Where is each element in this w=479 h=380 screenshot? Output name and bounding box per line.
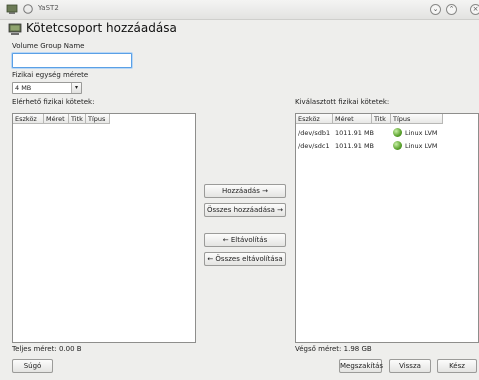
row-size: 1011.91 MB xyxy=(335,142,375,150)
volume-group-name-label: Volume Group Name xyxy=(12,42,85,50)
available-pvs-label: Elérhető fizikai kötetek: xyxy=(12,98,95,106)
column-header-encrypted[interactable]: Titk xyxy=(69,114,86,124)
remove-button[interactable]: ← Eltávolítás xyxy=(204,233,286,247)
row-encrypted xyxy=(372,141,391,152)
extent-size-label: Fizikai egység mérete xyxy=(12,71,89,79)
row-type-label: Linux LVM xyxy=(405,129,438,137)
table-row[interactable]: /dev/sdb1 1011.91 MB Linux LVM xyxy=(296,127,451,139)
back-button[interactable]: Vissza xyxy=(389,359,431,373)
row-type: Linux LVM xyxy=(391,127,451,139)
maximize-button[interactable]: ⌃ xyxy=(446,4,457,15)
column-header-type[interactable]: Típus xyxy=(391,114,443,124)
table-row[interactable]: /dev/sdc1 1011.91 MB Linux LVM xyxy=(296,140,451,152)
add-all-button[interactable]: Összes hozzáadása → xyxy=(204,203,286,217)
resulting-size-label: Végső méret: 1.98 GB xyxy=(295,345,372,353)
total-size-label: Teljes méret: 0.00 B xyxy=(12,345,82,353)
window-title: YaST2 xyxy=(38,4,59,12)
extent-size-select[interactable]: 4 MB ▾ xyxy=(12,82,82,94)
row-size: 1011.91 MB xyxy=(335,129,375,137)
row-device: /dev/sdc1 xyxy=(298,142,330,150)
extent-size-value: 4 MB xyxy=(15,84,32,92)
available-pvs-table[interactable]: Eszköz Méret Titk Típus xyxy=(12,113,196,343)
column-header-type[interactable]: Típus xyxy=(86,114,110,124)
volume-group-name-input[interactable] xyxy=(12,53,132,68)
page-title: Kötetcsoport hozzáadása xyxy=(26,21,177,35)
column-header-device[interactable]: Eszköz xyxy=(13,114,44,124)
table-header: Eszköz Méret Titk Típus xyxy=(13,114,110,125)
minimize-button[interactable]: ⌄ xyxy=(430,4,441,15)
column-header-size[interactable]: Méret xyxy=(333,114,372,124)
column-header-encrypted[interactable]: Titk xyxy=(372,114,391,124)
lvm-add-icon xyxy=(8,23,22,35)
abort-button[interactable]: Megszakítás xyxy=(339,359,383,373)
remove-all-button[interactable]: ← Összes eltávolítása xyxy=(204,252,286,266)
help-button[interactable]: Súgó xyxy=(12,359,53,373)
selected-pvs-label: Kiválasztott fizikai kötetek: xyxy=(295,98,390,106)
row-device: /dev/sdb1 xyxy=(298,129,331,137)
linux-lvm-icon xyxy=(393,140,402,150)
row-type-label: Linux LVM xyxy=(405,142,438,150)
column-header-device[interactable]: Eszköz xyxy=(296,114,333,124)
table-header: Eszköz Méret Titk Típus xyxy=(296,114,443,125)
window-titlebar: YaST2 ⌄ ⌃ × xyxy=(0,0,479,20)
linux-lvm-icon xyxy=(393,127,402,137)
chevron-down-icon: ▾ xyxy=(71,83,81,93)
window-menu-icon[interactable] xyxy=(22,3,34,15)
finish-button[interactable]: Kész xyxy=(437,359,477,373)
selected-pvs-table[interactable]: Eszköz Méret Titk Típus /dev/sdb1 1011.9… xyxy=(295,113,479,343)
column-header-size[interactable]: Méret xyxy=(44,114,69,124)
row-type: Linux LVM xyxy=(391,140,451,152)
add-button[interactable]: Hozzáadás → xyxy=(204,184,286,198)
row-encrypted xyxy=(372,128,391,139)
yast-app-icon[interactable] xyxy=(6,3,18,15)
close-button[interactable]: × xyxy=(470,4,479,15)
